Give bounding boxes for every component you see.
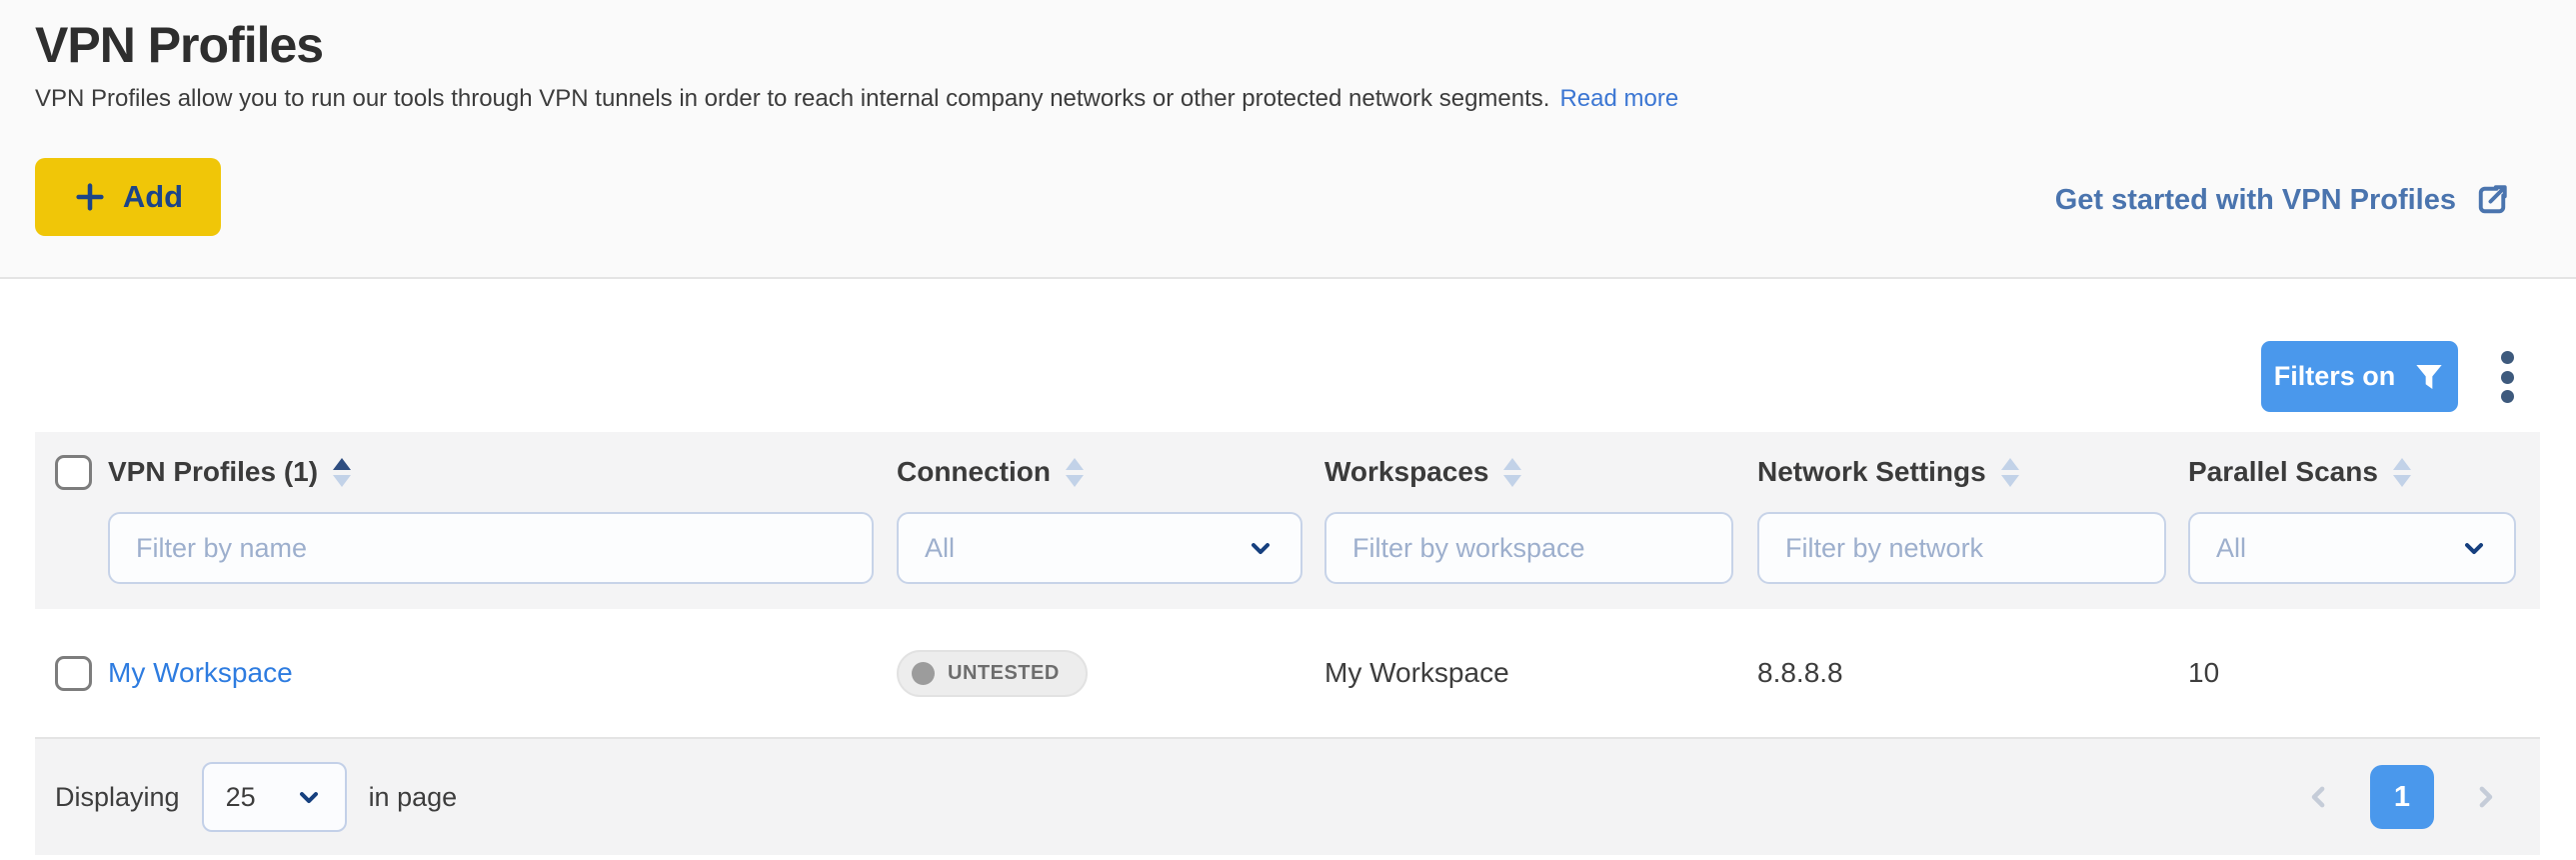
column-header-connection[interactable]: Connection — [897, 456, 1324, 488]
filters-on-label: Filters on — [2274, 361, 2396, 392]
sort-icon[interactable] — [1503, 458, 1521, 487]
plus-icon — [73, 180, 107, 214]
table-header: VPN Profiles (1) Connection Workspaces N… — [35, 432, 2540, 609]
row-workspace-value: My Workspace — [1324, 657, 1509, 688]
kebab-dot — [2501, 371, 2514, 384]
page-size-select[interactable]: 25 — [202, 762, 347, 832]
sort-icon[interactable] — [333, 458, 351, 487]
sort-icon[interactable] — [2001, 458, 2019, 487]
vpn-profiles-table: VPN Profiles (1) Connection Workspaces N… — [35, 432, 2540, 855]
chevron-right-icon — [2470, 782, 2500, 812]
kebab-dot — [2501, 351, 2514, 364]
select-all-checkbox[interactable] — [55, 455, 92, 490]
page-size-value: 25 — [226, 782, 256, 813]
row-network-value: 8.8.8.8 — [1757, 657, 1843, 688]
filter-name-cell — [108, 512, 897, 584]
filter-workspace-cell — [1324, 512, 1757, 584]
add-button-label: Add — [123, 179, 183, 215]
sort-icon[interactable] — [1066, 458, 1084, 487]
page-header: VPN Profiles VPN Profiles allow you to r… — [0, 0, 2576, 279]
table-filter-row: All All — [35, 512, 2540, 609]
chevron-left-icon — [2304, 782, 2334, 812]
pagination: 1 — [2304, 739, 2500, 855]
table-row: My Workspace UNTESTED My Workspace 8.8.8… — [35, 609, 2540, 737]
row-connection-cell: UNTESTED — [897, 650, 1324, 697]
status-badge: UNTESTED — [897, 650, 1088, 697]
column-header-parallel-scans-label: Parallel Scans — [2188, 456, 2378, 488]
kebab-menu-button[interactable] — [2488, 349, 2526, 405]
external-link-icon — [2474, 182, 2510, 218]
chevron-down-icon — [2460, 534, 2488, 562]
page-description: VPN Profiles allow you to run our tools … — [35, 85, 1678, 113]
row-name-cell: My Workspace — [108, 657, 897, 689]
connection-filter-value: All — [925, 533, 955, 564]
row-network-cell: 8.8.8.8 — [1757, 657, 2188, 689]
page-title: VPN Profiles — [35, 16, 323, 74]
displaying-label: Displaying — [55, 782, 180, 813]
next-page-button[interactable] — [2470, 782, 2500, 812]
status-dot-icon — [912, 662, 935, 685]
filter-by-name-input[interactable] — [108, 512, 874, 584]
table-footer: Displaying 25 in page 1 — [35, 737, 2540, 855]
row-parallel-scans-value: 10 — [2188, 657, 2219, 688]
row-checkbox-cell — [35, 656, 108, 691]
column-header-network-label: Network Settings — [1757, 456, 1986, 488]
previous-page-button[interactable] — [2304, 782, 2334, 812]
filter-by-network-input[interactable] — [1757, 512, 2166, 584]
column-header-name-label: VPN Profiles (1) — [108, 456, 318, 488]
column-header-name[interactable]: VPN Profiles (1) — [108, 456, 897, 488]
read-more-link[interactable]: Read more — [1559, 85, 1678, 112]
row-parallel-scans-cell: 10 — [2188, 657, 2540, 689]
get-started-link[interactable]: Get started with VPN Profiles — [2055, 178, 2510, 222]
status-badge-label: UNTESTED — [948, 662, 1060, 685]
vpn-profile-link[interactable]: My Workspace — [108, 657, 293, 688]
row-workspace-cell: My Workspace — [1324, 657, 1757, 689]
filter-connection-cell: All — [897, 512, 1324, 584]
column-header-network[interactable]: Network Settings — [1757, 456, 2188, 488]
parallel-scans-filter-value: All — [2216, 533, 2246, 564]
sort-icon[interactable] — [2393, 458, 2411, 487]
connection-filter-select[interactable]: All — [897, 512, 1302, 584]
chevron-down-icon — [295, 783, 323, 811]
header-checkbox-cell — [35, 455, 108, 490]
page-1-button[interactable]: 1 — [2370, 765, 2434, 829]
add-button[interactable]: Add — [35, 158, 221, 236]
page-description-text: VPN Profiles allow you to run our tools … — [35, 85, 1549, 112]
kebab-dot — [2501, 390, 2514, 403]
filter-parallel-cell: All — [2188, 512, 2540, 584]
column-header-workspaces-label: Workspaces — [1324, 456, 1488, 488]
column-header-parallel-scans[interactable]: Parallel Scans — [2188, 456, 2540, 488]
in-page-label: in page — [369, 782, 458, 813]
filters-on-button[interactable]: Filters on — [2261, 341, 2458, 412]
parallel-scans-filter-select[interactable]: All — [2188, 512, 2516, 584]
column-header-workspaces[interactable]: Workspaces — [1324, 456, 1757, 488]
chevron-down-icon — [1247, 534, 1275, 562]
get-started-label: Get started with VPN Profiles — [2055, 184, 2456, 217]
filter-network-cell — [1757, 512, 2188, 584]
column-header-connection-label: Connection — [897, 456, 1051, 488]
filter-by-workspace-input[interactable] — [1324, 512, 1733, 584]
row-checkbox[interactable] — [55, 656, 92, 691]
table-header-row: VPN Profiles (1) Connection Workspaces N… — [35, 432, 2540, 512]
filter-funnel-icon — [2413, 361, 2445, 393]
